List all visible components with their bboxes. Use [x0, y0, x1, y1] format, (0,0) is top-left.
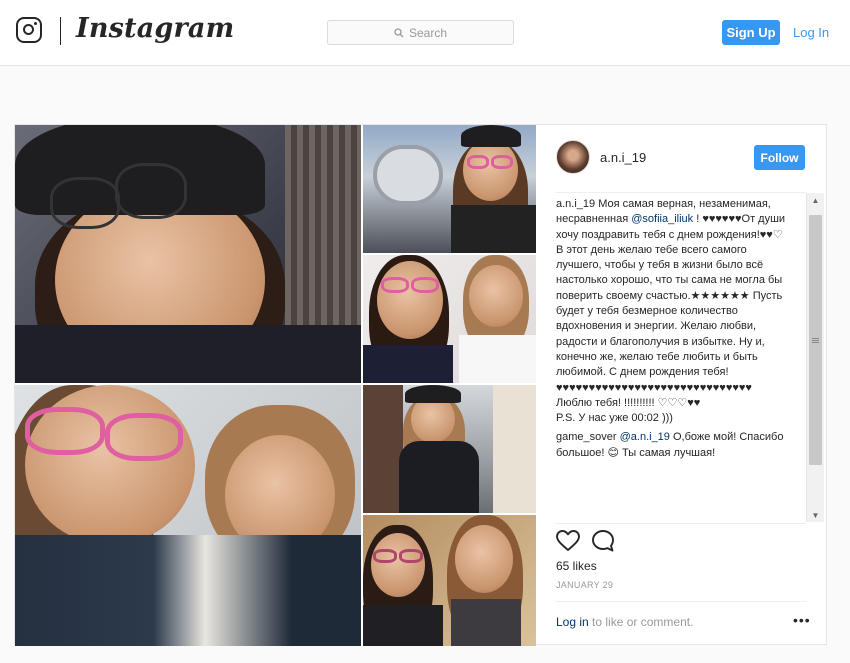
- login-to-comment-link[interactable]: Log in: [556, 615, 589, 629]
- post-header: a.n.i_19 Follow: [556, 140, 806, 180]
- caption-text-2: ! ♥♥♥♥♥♥От души хочу поздравить тебя с д…: [556, 213, 786, 394]
- follow-button[interactable]: Follow: [754, 145, 805, 170]
- instagram-camera-icon[interactable]: [16, 17, 42, 43]
- post-card: a.n.i_19 Follow a.n.i_19 Моя самая верна…: [14, 124, 827, 646]
- photo-tile-two-girls-glasses: [363, 255, 536, 383]
- caption: a.n.i_19 Моя самая верная, незаменимая, …: [556, 197, 788, 426]
- footer-divider: [556, 601, 806, 602]
- instagram-wordmark[interactable]: Instagram: [76, 13, 234, 44]
- comments-list[interactable]: a.n.i_19 Моя самая верная, незаменимая, …: [556, 197, 788, 521]
- scroll-down-arrow-icon[interactable]: ▼: [807, 508, 824, 522]
- comments-divider: [556, 523, 806, 524]
- photo-tile-ferris-wheel: [363, 125, 536, 253]
- photo-tile-selfie-hat: [15, 125, 361, 383]
- search-placeholder: Search: [408, 25, 448, 40]
- login-prompt-text: to like or comment.: [588, 615, 694, 629]
- caption-mention[interactable]: @sofiia_iliuk: [631, 213, 693, 225]
- caption-line-2: Люблю тебя! !!!!!!!!!! ♡♡♡♥♥: [556, 396, 701, 409]
- post-actions: [555, 528, 635, 554]
- header-divider: [556, 192, 806, 193]
- photo-tile-street-girl: [363, 385, 536, 513]
- caption-line-3: P.S. У нас уже 00:02 ))): [556, 412, 673, 425]
- top-navigation-bar: Instagram Search Sign Up Log In: [0, 0, 850, 66]
- comment-mention[interactable]: @a.n.i_19: [620, 431, 670, 443]
- caption-username[interactable]: a.n.i_19: [556, 198, 595, 210]
- post-side-panel: a.n.i_19 Follow a.n.i_19 Моя самая верна…: [536, 125, 826, 644]
- comment-item: game_sover @a.n.i_19 О,боже мой! Спасибо…: [556, 430, 788, 461]
- log-in-link[interactable]: Log In: [793, 25, 829, 40]
- sign-up-button[interactable]: Sign Up: [722, 20, 780, 45]
- search-input[interactable]: Search: [327, 20, 514, 45]
- photo-tile-two-girls-door: [363, 515, 536, 646]
- author-username[interactable]: a.n.i_19: [600, 150, 646, 165]
- comment-icon[interactable]: [590, 528, 616, 554]
- likes-count[interactable]: 65 likes: [556, 559, 597, 573]
- heart-icon[interactable]: [555, 528, 581, 554]
- avatar[interactable]: [556, 140, 590, 174]
- post-photo-collage[interactable]: [15, 125, 536, 646]
- scroll-thumb[interactable]: [809, 215, 822, 465]
- search-icon: [394, 27, 404, 37]
- photo-tile-selfie-pink-glasses: [15, 385, 361, 646]
- more-options-icon[interactable]: •••: [793, 612, 811, 628]
- post-date: JANUARY 29: [556, 580, 614, 590]
- comment-username[interactable]: game_sover: [556, 431, 617, 443]
- logo-divider: [60, 17, 61, 45]
- comments-scrollbar[interactable]: ▲ ▼: [806, 193, 824, 522]
- login-prompt: Log in to like or comment.: [556, 615, 693, 629]
- scroll-up-arrow-icon[interactable]: ▲: [807, 193, 824, 207]
